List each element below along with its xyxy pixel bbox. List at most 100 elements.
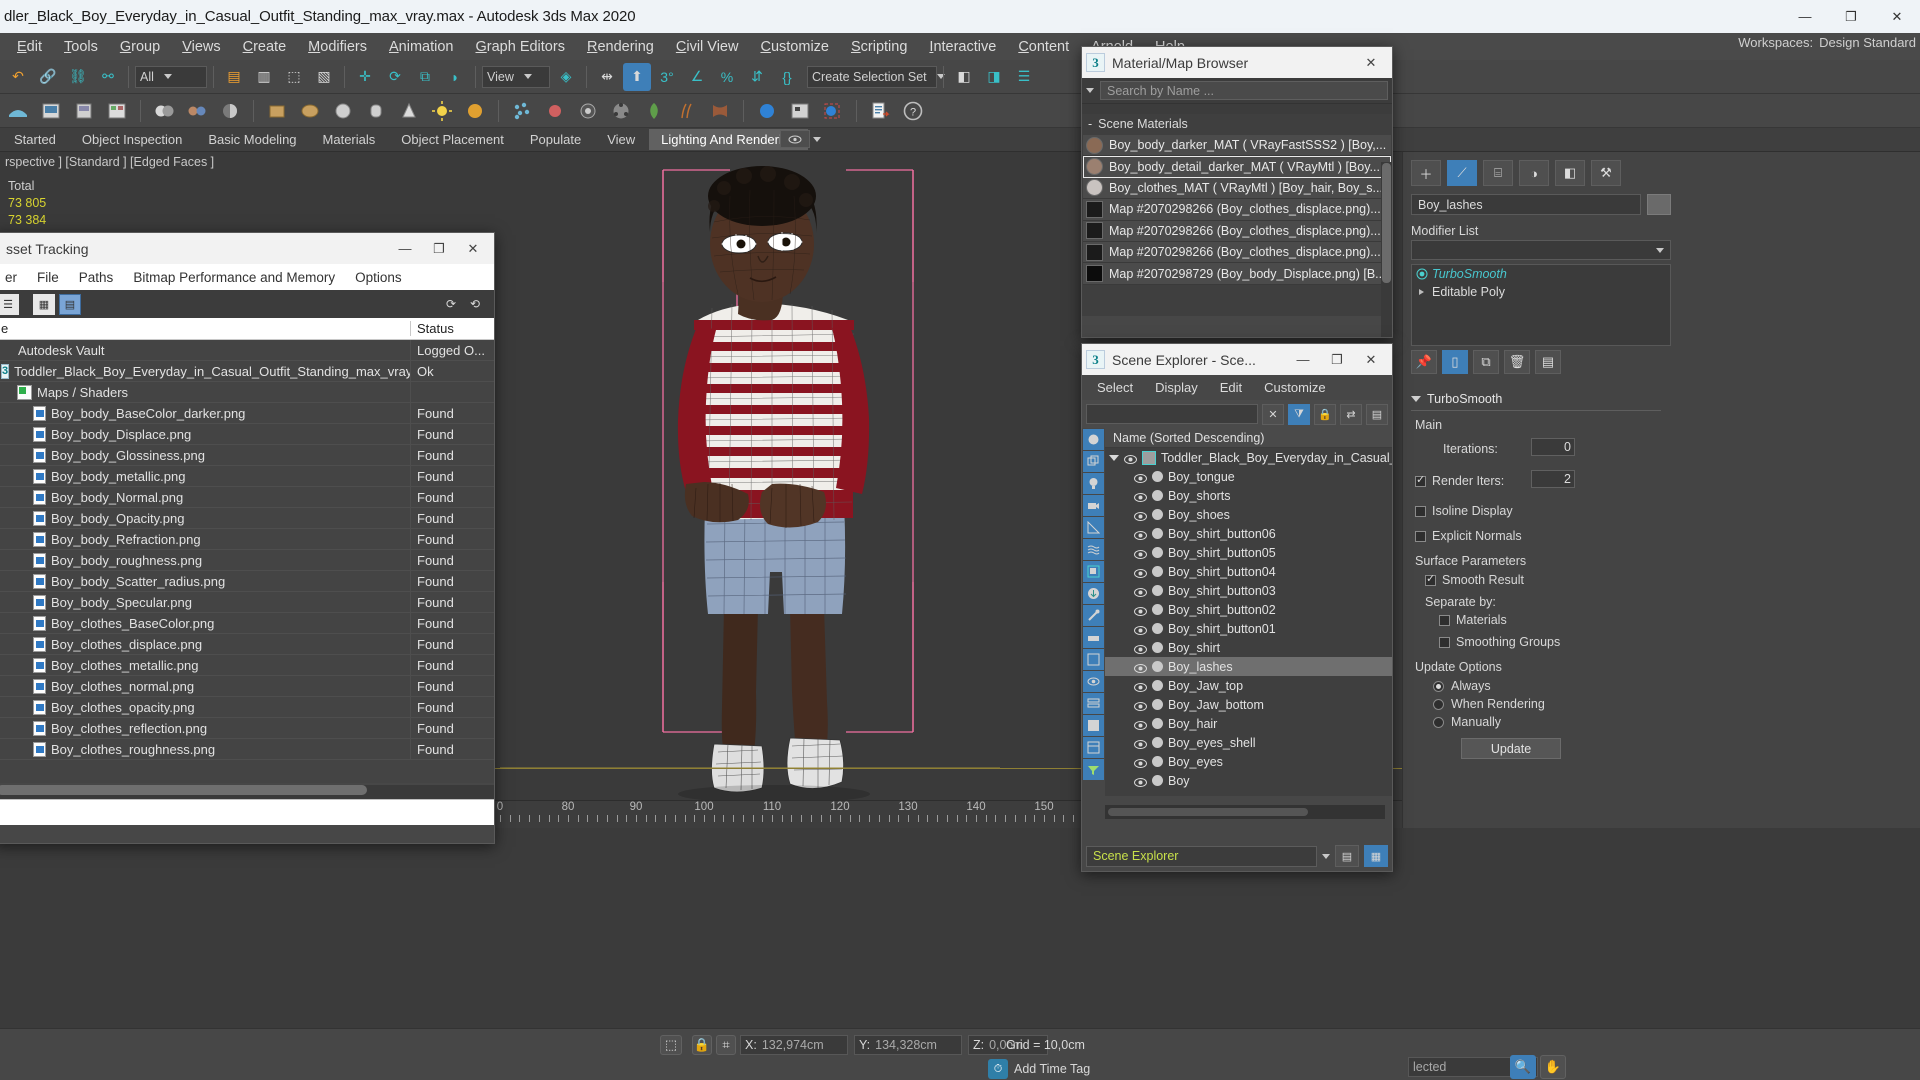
smoothing-groups-checkbox[interactable] [1439,636,1450,648]
asset-tracking-hscrollbar[interactable] [0,785,494,799]
visibility-eye-icon[interactable] [1134,643,1147,654]
scene-explorer-hscrollbar[interactable] [1105,805,1385,819]
material-list[interactable]: Boy_body_darker_MAT ( VRayFastSSS2 ) [Bo… [1082,134,1392,292]
visibility-eye-icon[interactable] [1134,738,1147,749]
scene-explorer-item[interactable]: Boy_eyes_shell [1105,733,1392,752]
filter-layers-icon[interactable] [1083,693,1104,714]
update-button[interactable]: Update [1461,738,1561,759]
filter-lights-icon[interactable] [1083,473,1104,494]
menu-item-interactive[interactable]: Interactive [918,36,1007,58]
scene-explorer-close-button[interactable]: ✕ [1354,344,1388,375]
asset-row[interactable]: Boy_body_Opacity.png Found [0,508,494,529]
snaps-toggle-icon[interactable]: 3° [653,63,681,91]
scene-explorer-search-input[interactable] [1086,404,1258,424]
smooth-result-row[interactable]: Smooth Result [1425,572,1524,587]
expand-collapse-icon[interactable] [1109,454,1119,461]
select-and-move-icon[interactable]: ✛ [351,63,379,91]
x-coordinate-field[interactable]: X: 132,974cm [740,1035,848,1055]
asset-menu-file[interactable]: File [27,267,69,288]
key-icon[interactable]: ⌗ [716,1035,736,1055]
select-object-icon[interactable]: ▤ [220,63,248,91]
scene-explorer-menu-edit[interactable]: Edit [1209,378,1253,397]
hierarchy-tab-icon[interactable]: ⌸ [1483,160,1513,186]
list-view-icon[interactable]: ☰ [0,293,19,315]
utilities-tab-icon[interactable]: ⚒ [1591,160,1621,186]
pin-stack-icon[interactable]: 📌 [1411,350,1437,374]
asset-row[interactable]: Boy_clothes_metallic.png Found [0,655,494,676]
menu-item-civil-view[interactable]: Civil View [665,36,750,58]
render-region-icon[interactable] [103,97,131,125]
filter-frozen-icon[interactable] [1083,671,1104,692]
mirror-panel-2-icon[interactable]: ◨ [980,63,1008,91]
selection-sphere2-icon[interactable] [819,97,847,125]
isoline-display-checkbox[interactable] [1415,505,1426,517]
pan-tool-icon[interactable]: ✋ [1540,1055,1566,1079]
material-browser-icon[interactable] [183,97,211,125]
scene-explorer-item[interactable]: Boy_eyes [1105,752,1392,771]
sphere2-primitive-icon[interactable] [329,97,357,125]
selection-filter-combo[interactable]: All [135,65,207,88]
menu-item-views[interactable]: Views [171,36,231,58]
scene-explorer-item[interactable]: Boy_shirt_button05 [1105,543,1392,562]
menu-item-edit[interactable]: Edit [6,36,53,58]
ribbon-view-icon[interactable] [780,130,810,148]
visibility-eye-icon[interactable] [1134,662,1147,673]
scene-explorer-menu-display[interactable]: Display [1144,378,1209,397]
scene-explorer-item[interactable]: Boy_shirt_button03 [1105,581,1392,600]
update-when-rendering-row[interactable]: When Rendering [1433,697,1545,711]
material-browser-vscroll-thumb[interactable] [1382,163,1391,283]
asset-row[interactable]: Boy_clothes_normal.png Found [0,676,494,697]
layer-view-icon[interactable]: ▦ [1364,845,1388,867]
menu-item-scripting[interactable]: Scripting [840,36,918,58]
undo-icon[interactable]: ↶ [4,63,32,91]
visibility-eye-icon[interactable] [1134,605,1147,616]
update-always-row[interactable]: Always [1433,679,1491,693]
visibility-eye-icon[interactable] [1134,529,1147,540]
help-icon[interactable]: ? [899,97,927,125]
selection-sphere-icon[interactable] [753,97,781,125]
scene-explorer-item[interactable]: Boy_shirt_button02 [1105,600,1392,619]
thumbnail-view-icon[interactable]: ▦ [33,293,55,315]
asset-row[interactable]: Boy_body_Normal.png Found [0,487,494,508]
scene-explorer-item[interactable]: Boy_shirt [1105,638,1392,657]
visibility-eye-icon[interactable] [1134,567,1147,578]
materials-checkbox[interactable] [1439,614,1450,626]
asset-menu-bitmap-performance-and-memory[interactable]: Bitmap Performance and Memory [123,267,345,288]
material-browser-titlebar[interactable]: 3 Material/Map Browser ✕ [1082,47,1392,78]
scene-explorer-item[interactable]: Boy_shirt_button04 [1105,562,1392,581]
when-rendering-radio[interactable] [1433,698,1444,710]
asset-tracking-close-button[interactable]: ✕ [456,233,490,264]
scene-explorer-item[interactable]: Boy_tongue [1105,467,1392,486]
visibility-eye-icon[interactable] [1134,719,1147,730]
chevron-down-icon[interactable] [813,136,821,142]
visibility-eye-icon[interactable] [1134,776,1147,787]
isoline-display-row[interactable]: Isoline Display [1415,504,1513,518]
foliage-icon[interactable] [640,97,668,125]
remove-modifier-icon[interactable]: 🗑 [1504,350,1530,374]
modifier-expand-icon[interactable] [1416,286,1428,298]
modifier-stack[interactable]: TurboSmooth Editable Poly [1411,264,1671,346]
separate-materials-row[interactable]: Materials [1439,613,1507,627]
asset-tracking-list[interactable]: Autodesk Vault Logged O... 3 Toddler_Black_… [0,340,494,783]
render-frame-icon[interactable] [70,97,98,125]
particle-system-icon[interactable] [508,97,536,125]
close-button[interactable]: ✕ [1874,0,1920,33]
compound-object-icon[interactable] [607,97,635,125]
asset-row[interactable]: Boy_clothes_roughness.png Found [0,739,494,760]
ribbon-tab-basic-modeling[interactable]: Basic Modeling [196,129,308,150]
hair-fur-icon[interactable] [673,97,701,125]
scene-explorer-item[interactable]: Boy_shorts [1105,486,1392,505]
scene-materials-group-header[interactable]: - Scene Materials [1082,114,1392,134]
refresh-icon[interactable]: ⟳ [442,295,460,313]
make-unique-icon[interactable]: ⧉ [1473,350,1499,374]
asset-row[interactable]: Boy_body_roughness.png Found [0,550,494,571]
explicit-normals-row[interactable]: Explicit Normals [1415,529,1522,543]
menu-item-group[interactable]: Group [109,36,171,58]
asset-row[interactable]: 3 Toddler_Black_Boy_Everyday_in_Casual_Ou… [0,361,494,382]
material-browser-vscrollbar[interactable] [1381,162,1392,337]
filter-shapes-icon[interactable] [1083,451,1104,472]
asset-row[interactable]: Maps / Shaders [0,382,494,403]
lock-icon[interactable]: 🔒 [692,1035,712,1055]
cone-primitive-icon[interactable] [395,97,423,125]
modifier-stack-item[interactable]: Editable Poly [1412,283,1670,301]
